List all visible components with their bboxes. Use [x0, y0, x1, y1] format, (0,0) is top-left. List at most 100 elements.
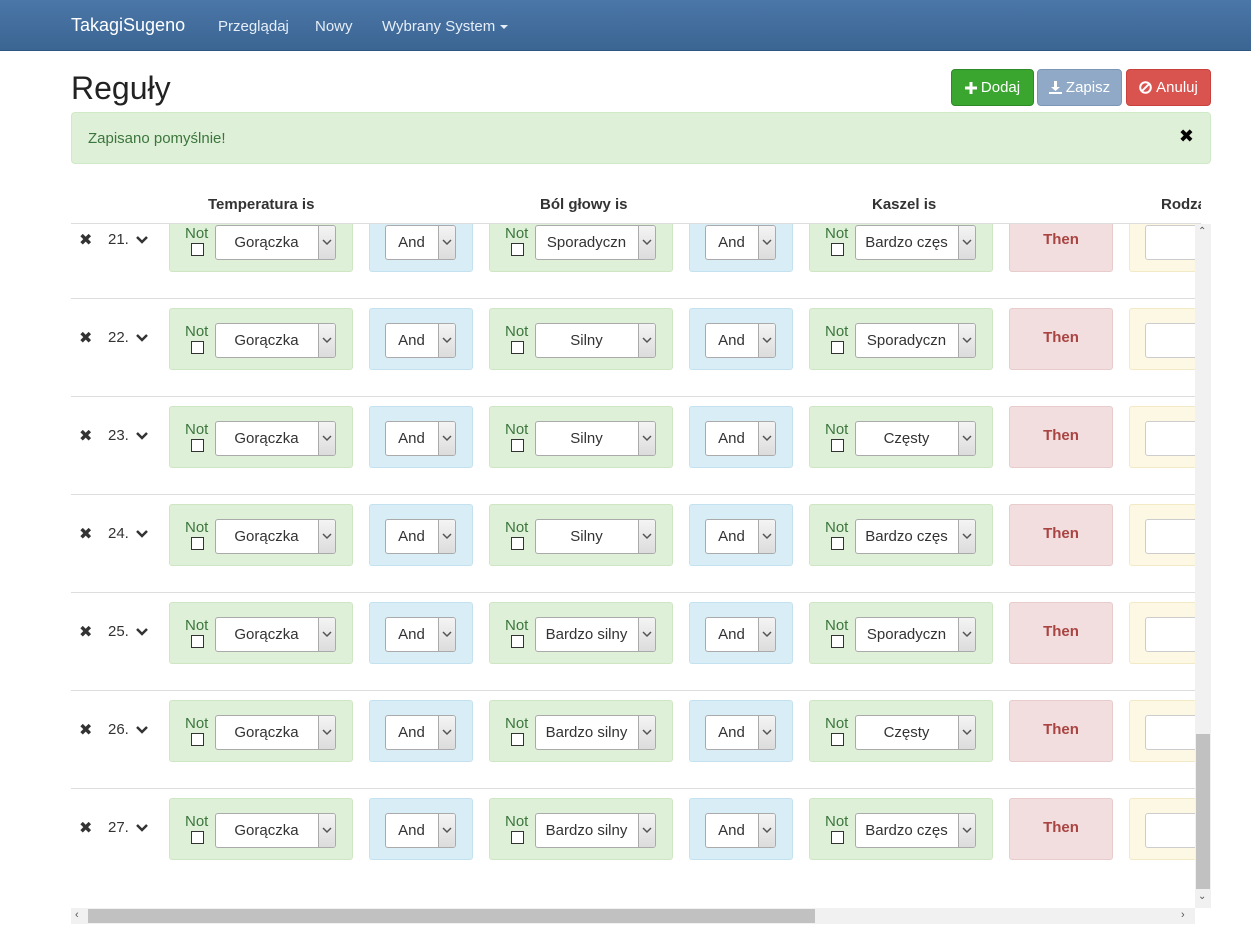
nav-new-link[interactable]: Nowy: [315, 18, 353, 35]
operator-1-select[interactable]: And: [385, 323, 456, 358]
operator-1-select[interactable]: And: [385, 617, 456, 652]
kaszel-select[interactable]: Sporadyczn: [855, 323, 976, 358]
chevron-down-icon: [958, 324, 975, 357]
temperatura-select[interactable]: Gorączka: [215, 323, 336, 358]
temperatura-select[interactable]: Gorączka: [215, 519, 336, 554]
delete-rule-icon[interactable]: ✖: [79, 524, 92, 544]
not-checkbox[interactable]: [831, 831, 844, 844]
operator-2-select[interactable]: And: [705, 225, 776, 260]
scroll-left-icon[interactable]: ‹: [75, 909, 79, 921]
not-checkbox[interactable]: [831, 243, 844, 256]
operator-2-select[interactable]: And: [705, 519, 776, 554]
vertical-scrollbar-thumb[interactable]: [1196, 734, 1210, 889]
bol-glowy-select[interactable]: Silny: [535, 421, 656, 456]
operator-2-select[interactable]: And: [705, 323, 776, 358]
kaszel-select[interactable]: Sporadyczn: [855, 617, 976, 652]
close-icon[interactable]: ✖: [1179, 126, 1194, 147]
chevron-down-icon[interactable]: [136, 330, 148, 342]
delete-rule-icon[interactable]: ✖: [79, 622, 92, 642]
not-checkbox[interactable]: [511, 243, 524, 256]
add-button[interactable]: Dodaj: [951, 69, 1034, 106]
operator-2-select[interactable]: And: [705, 617, 776, 652]
bol-glowy-select[interactable]: Silny: [535, 519, 656, 554]
row-divider: [71, 592, 1195, 593]
temperatura-select[interactable]: Gorączka: [215, 813, 336, 848]
kaszel-select[interactable]: Bardzo częs: [855, 519, 976, 554]
kaszel-select[interactable]: Bardzo częs: [855, 225, 976, 260]
horizontal-scrollbar-thumb[interactable]: [88, 909, 815, 923]
not-checkbox[interactable]: [191, 537, 204, 550]
not-checkbox[interactable]: [511, 831, 524, 844]
bol-glowy-select[interactable]: Bardzo silny: [535, 617, 656, 652]
kaszel-select[interactable]: Częsty: [855, 421, 976, 456]
chevron-down-icon[interactable]: [136, 232, 148, 244]
chevron-down-icon[interactable]: [136, 722, 148, 734]
scroll-right-icon[interactable]: ›: [1181, 909, 1185, 921]
cancel-button[interactable]: Anuluj: [1126, 69, 1211, 106]
not-checkbox[interactable]: [191, 831, 204, 844]
kaszel-condition: Not Bardzo częs: [809, 504, 993, 566]
bol-glowy-select[interactable]: Sporadyczn: [535, 225, 656, 260]
not-checkbox[interactable]: [191, 243, 204, 256]
not-checkbox[interactable]: [511, 733, 524, 746]
nav-selected-system-dropdown[interactable]: Wybrany System: [382, 18, 509, 35]
delete-rule-icon[interactable]: ✖: [79, 328, 92, 348]
bol-glowy-select[interactable]: Bardzo silny: [535, 813, 656, 848]
scroll-up-icon[interactable]: ⌃: [1198, 226, 1206, 237]
nav-browse-link[interactable]: Przeglądaj: [218, 18, 289, 35]
bol-glowy-select[interactable]: Bardzo silny: [535, 715, 656, 750]
vertical-scrollbar[interactable]: ⌃ ⌄: [1195, 224, 1211, 908]
save-button[interactable]: Zapisz: [1037, 69, 1122, 106]
not-checkbox[interactable]: [191, 341, 204, 354]
kaszel-select[interactable]: Bardzo częs: [855, 813, 976, 848]
rodzaj-input[interactable]: [1145, 617, 1195, 652]
horizontal-scrollbar[interactable]: ‹ ›: [71, 908, 1195, 924]
delete-rule-icon[interactable]: ✖: [79, 720, 92, 740]
chevron-down-icon[interactable]: [136, 820, 148, 832]
operator-2-select[interactable]: And: [705, 421, 776, 456]
not-checkbox[interactable]: [831, 733, 844, 746]
rodzaj-input[interactable]: [1145, 421, 1195, 456]
operator-2-select[interactable]: And: [705, 715, 776, 750]
temperatura-select[interactable]: Gorączka: [215, 225, 336, 260]
temperatura-select[interactable]: Gorączka: [215, 617, 336, 652]
chevron-down-icon[interactable]: [136, 526, 148, 538]
not-checkbox[interactable]: [191, 635, 204, 648]
rodzaj-input[interactable]: [1145, 225, 1195, 260]
temperatura-select[interactable]: Gorączka: [215, 715, 336, 750]
bol-glowy-select[interactable]: Silny: [535, 323, 656, 358]
rodzaj-input[interactable]: [1145, 323, 1195, 358]
scroll-down-icon[interactable]: ⌄: [1198, 891, 1206, 902]
operator-1-select[interactable]: And: [385, 715, 456, 750]
chevron-down-icon: [438, 618, 455, 651]
rodzaj-input[interactable]: [1145, 715, 1195, 750]
operator-1-select[interactable]: And: [385, 225, 456, 260]
rules-scroll-area[interactable]: ✖ 21. Not Gorączka And Not Sporadyczn And Not Bar…: [71, 224, 1211, 908]
operator-1-select[interactable]: And: [385, 813, 456, 848]
not-checkbox[interactable]: [511, 537, 524, 550]
not-checkbox[interactable]: [191, 439, 204, 452]
not-checkbox[interactable]: [511, 635, 524, 648]
chevron-down-icon[interactable]: [136, 624, 148, 636]
kaszel-select[interactable]: Częsty: [855, 715, 976, 750]
temperatura-select[interactable]: Gorączka: [215, 421, 336, 456]
operator-1-select[interactable]: And: [385, 519, 456, 554]
rule-row: ✖ 22. Not Gorączka And Not Silny And Not Sporadyc…: [71, 300, 1195, 398]
not-checkbox[interactable]: [831, 537, 844, 550]
not-checkbox[interactable]: [511, 341, 524, 354]
not-checkbox[interactable]: [511, 439, 524, 452]
not-checkbox[interactable]: [831, 635, 844, 648]
operator-2-select[interactable]: And: [705, 813, 776, 848]
delete-rule-icon[interactable]: ✖: [79, 230, 92, 250]
rodzaj-input[interactable]: [1145, 519, 1195, 554]
not-checkbox[interactable]: [191, 733, 204, 746]
chevron-down-icon[interactable]: [136, 428, 148, 440]
delete-rule-icon[interactable]: ✖: [79, 426, 92, 446]
not-checkbox[interactable]: [831, 439, 844, 452]
temperatura-select-value: Gorączka: [234, 528, 299, 545]
delete-rule-icon[interactable]: ✖: [79, 818, 92, 838]
brand-link[interactable]: TakagiSugeno: [71, 15, 185, 36]
not-checkbox[interactable]: [831, 341, 844, 354]
rodzaj-input[interactable]: [1145, 813, 1195, 848]
operator-1-select[interactable]: And: [385, 421, 456, 456]
